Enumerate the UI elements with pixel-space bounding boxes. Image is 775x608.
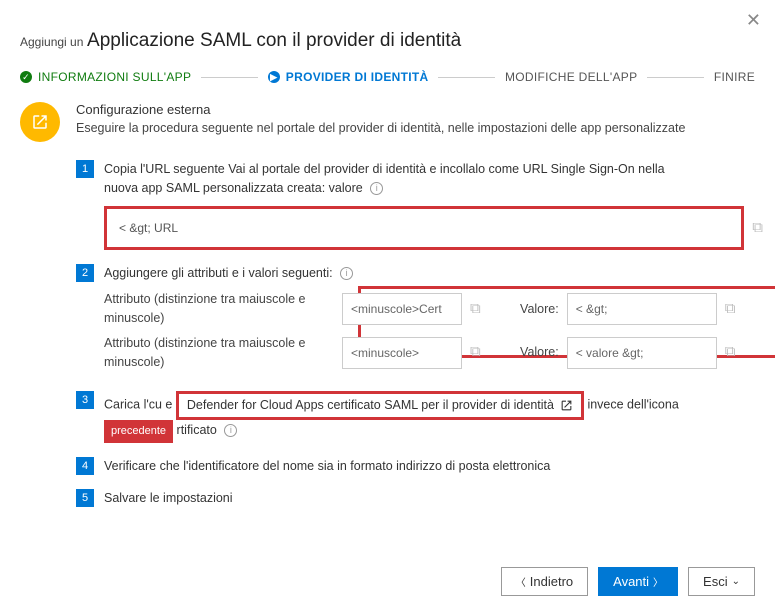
dialog-header: Aggiungi un Applicazione SAML con il pro…: [0, 0, 775, 62]
button-label: Esci: [703, 574, 728, 589]
external-link-icon: [20, 102, 60, 142]
wizard-step-label: MODIFICHE DELL'APP: [505, 70, 637, 84]
arrow-icon: ▶: [268, 71, 280, 83]
step-text: rtificato: [177, 423, 217, 437]
config-step-4: 4 Verificare che l'identificatore del no…: [76, 457, 755, 476]
wizard-step-label: PROVIDER DI IDENTITÀ: [286, 70, 429, 84]
info-icon[interactable]: i: [370, 182, 383, 195]
chevron-left-icon: 〈: [516, 574, 526, 589]
config-step-3: 3 Carica l'cu e Defender for Cloud Apps …: [76, 391, 755, 442]
wizard-step-app-changes[interactable]: MODIFICHE DELL'APP: [505, 70, 637, 84]
wizard-steps: ✓ INFORMAZIONI SULL'APP ▶ PROVIDER DI ID…: [0, 62, 775, 102]
header-pretitle: Aggiungi un: [20, 35, 83, 49]
dialog-footer: 〈 Indietro Avanti 〉 Esci ⌄: [501, 567, 755, 596]
step-number: 3: [76, 391, 94, 409]
info-icon[interactable]: i: [340, 267, 353, 280]
wizard-step-app-info[interactable]: ✓ INFORMAZIONI SULL'APP: [20, 70, 191, 84]
step-text: invece dell'icona: [587, 398, 678, 412]
config-step-5: 5 Salvare le impostazioni: [76, 489, 755, 508]
value-label: Valore:: [509, 300, 559, 319]
close-icon[interactable]: ✕: [746, 10, 761, 31]
info-icon[interactable]: i: [224, 424, 237, 437]
wizard-step-idp[interactable]: ▶ PROVIDER DI IDENTITÀ: [268, 70, 429, 84]
link-text: Defender for Cloud Apps certificato SAML…: [187, 396, 554, 415]
next-button[interactable]: Avanti 〉: [598, 567, 678, 596]
config-step-2: 2 Aggiungere gli attributi e i valori se…: [76, 264, 755, 378]
step-text: nuova app SAML personalizzata creata: va…: [104, 181, 363, 195]
wizard-step-label: FINIRE: [714, 70, 755, 84]
attribute-label: Attributo (distinzione tra maiuscole e m…: [104, 334, 334, 372]
wizard-step-label: INFORMAZIONI SULL'APP: [38, 70, 191, 84]
step-number: 1: [76, 160, 94, 178]
header-title: Applicazione SAML con il provider di ide…: [87, 30, 461, 52]
step-number: 4: [76, 457, 94, 475]
sso-url-field[interactable]: < &gt; URL ⧉: [104, 206, 744, 250]
step-text: Aggiungere gli attributi e i valori segu…: [104, 266, 333, 280]
external-link-icon: [560, 399, 573, 412]
attribute-input[interactable]: <minuscole>Cert: [342, 293, 462, 325]
step-number: 2: [76, 264, 94, 282]
value-input[interactable]: < valore &gt;: [567, 337, 717, 369]
step-number: 5: [76, 489, 94, 507]
attribute-label: Attributo (distinzione tra maiuscole e m…: [104, 290, 334, 328]
config-step-1: 1 Copia l'URL seguente Vai al portale de…: [76, 160, 755, 250]
step-text: Verificare che l'identificatore del nome…: [104, 459, 550, 473]
step-text: Copia l'URL seguente Vai al portale del …: [104, 162, 665, 176]
previous-badge: precedente: [104, 420, 173, 443]
button-label: Indietro: [530, 574, 573, 589]
back-button[interactable]: 〈 Indietro: [501, 567, 588, 596]
step-divider: [438, 77, 495, 78]
step-text: Salvare le impostazioni: [104, 491, 233, 505]
external-config-title: Configurazione esterna: [76, 102, 685, 117]
button-label: Avanti: [613, 574, 649, 589]
copy-icon[interactable]: ⧉: [725, 341, 736, 364]
chevron-right-icon: 〉: [653, 574, 663, 589]
copy-icon[interactable]: ⧉: [752, 216, 763, 239]
step-text: Carica l'cu e: [104, 398, 172, 412]
exit-button[interactable]: Esci ⌄: [688, 567, 755, 596]
sso-url-value: < &gt; URL: [119, 221, 178, 235]
external-config-section: Configurazione esterna Eseguire la proce…: [20, 102, 755, 142]
copy-icon[interactable]: ⧉: [725, 298, 736, 321]
step-divider: [201, 77, 258, 78]
value-input[interactable]: < &gt;: [567, 293, 717, 325]
wizard-step-finish[interactable]: FINIRE: [714, 70, 755, 84]
download-cert-link[interactable]: Defender for Cloud Apps certificato SAML…: [176, 391, 584, 420]
external-config-desc: Eseguire la procedura seguente nel porta…: [76, 121, 685, 135]
check-icon: ✓: [20, 71, 32, 83]
chevron-down-icon: ⌄: [732, 576, 740, 587]
attribute-input[interactable]: <minuscole>: [342, 337, 462, 369]
copy-icon[interactable]: ⧉: [470, 298, 481, 321]
copy-icon[interactable]: ⧉: [470, 341, 481, 364]
value-label: Valore:: [509, 343, 559, 362]
step-divider: [647, 77, 704, 78]
